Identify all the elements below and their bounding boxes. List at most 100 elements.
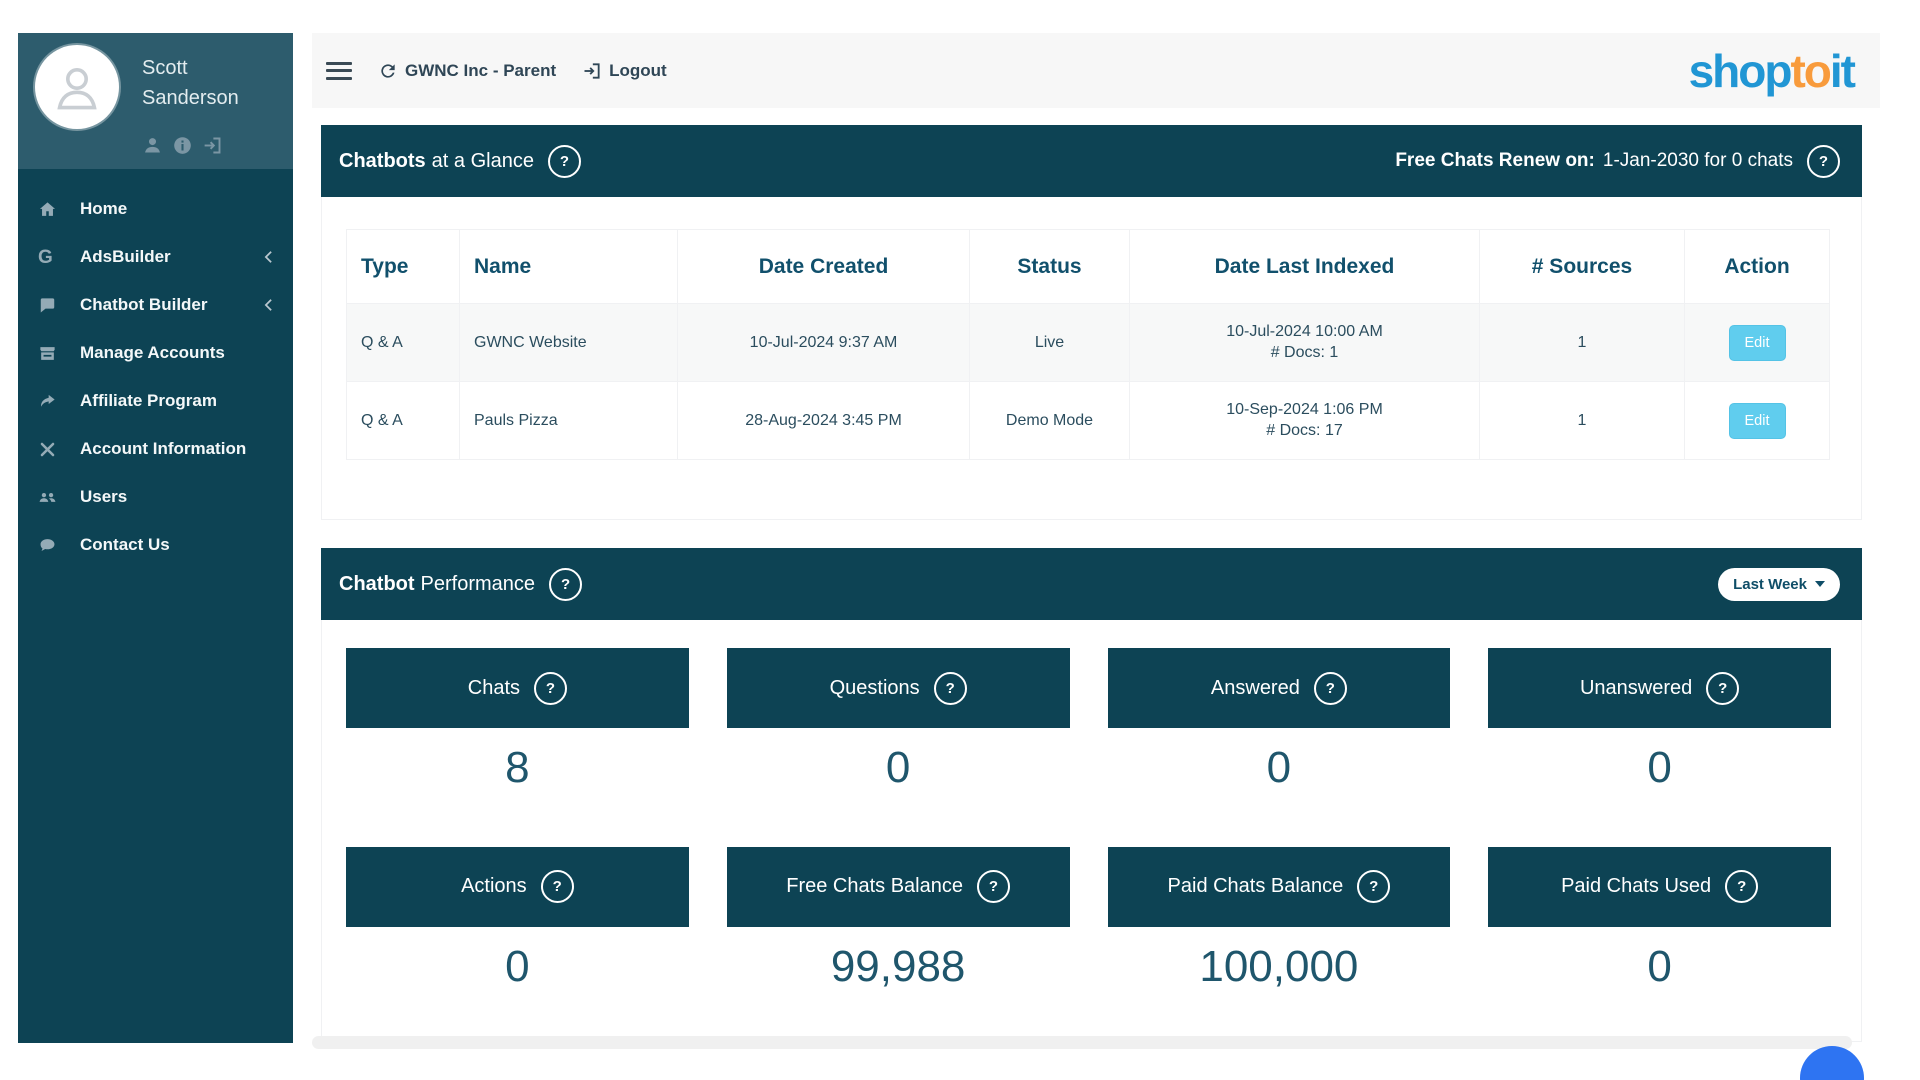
table-row: Q & A Pauls Pizza 28-Aug-2024 3:45 PM De… [347,382,1830,460]
glance-title: Chatbotsat a Glance [339,150,534,173]
stat-value: 0 [727,742,1070,794]
sidebar-item-contact-us[interactable]: Contact Us [18,521,293,569]
main-area: GWNC Inc - Parent Logout shoptoit Chatbo… [312,33,1880,1047]
chatbots-glance-panel: Chatbotsat a Glance ? Free Chats Renew o… [321,125,1862,520]
cell-sources: 1 [1480,304,1685,382]
sidebar: Scott Sanderson Home G [18,33,293,1043]
table-header-row: Type Name Date Created Status Date Last … [347,230,1830,304]
chatbots-table: Type Name Date Created Status Date Last … [346,229,1830,460]
stat-card-paid-chats-used: Paid Chats Used? 0 [1488,847,1831,993]
help-icon[interactable]: ? [541,870,574,903]
cell-date-created: 10-Jul-2024 9:37 AM [678,304,970,382]
sidebar-item-affiliate-program[interactable]: Affiliate Program [18,377,293,425]
sidebar-item-chatbot-builder[interactable]: Chatbot Builder [18,281,293,329]
help-icon[interactable]: ? [1706,672,1739,705]
sidebar-item-home[interactable]: Home [18,185,293,233]
user-quick-actions [142,135,223,156]
sidebar-user-panel: Scott Sanderson [18,33,293,169]
sidebar-item-manage-accounts[interactable]: Manage Accounts [18,329,293,377]
date-range-dropdown[interactable]: Last Week [1718,568,1840,601]
logout-icon [582,61,602,81]
person-outline-icon [48,58,106,116]
help-icon[interactable]: ? [549,568,582,601]
sidebar-item-adsbuilder[interactable]: G AdsBuilder [18,233,293,281]
col-sources: # Sources [1480,230,1685,304]
help-icon[interactable]: ? [1725,870,1758,903]
shoptoit-logo: shoptoit [1689,48,1854,94]
help-icon[interactable]: ? [1357,870,1390,903]
chevron-left-icon [264,298,273,312]
stat-card-unanswered: Unanswered? 0 [1488,648,1831,794]
logout-button[interactable]: Logout [582,61,667,81]
glance-panel-body: Type Name Date Created Status Date Last … [321,197,1862,520]
app-screen: Scott Sanderson Home G [0,0,1920,1080]
profile-icon[interactable] [142,135,163,156]
table-row: Q & A GWNC Website 10-Jul-2024 9:37 AM L… [347,304,1830,382]
chevron-left-icon [264,250,273,264]
performance-panel-header: ChatbotPerformance ? Last Week [321,548,1862,620]
help-icon[interactable]: ? [548,145,581,178]
info-icon[interactable] [172,135,193,156]
stat-card-actions: Actions? 0 [346,847,689,993]
user-name: Scott Sanderson [142,53,267,113]
hamburger-menu-icon[interactable] [326,62,352,80]
free-chats-renew: Free Chats Renew on:1-Jan-2030 for 0 cha… [1395,145,1840,178]
stat-card-free-chats-balance: Free Chats Balance? 99,988 [727,847,1070,993]
col-type: Type [347,230,460,304]
chat-bubble-icon [38,295,64,315]
stat-card-questions: Questions? 0 [727,648,1070,794]
stat-value: 0 [1488,742,1831,794]
help-icon[interactable]: ? [977,870,1010,903]
cell-action: Edit [1685,304,1830,382]
stat-value: 100,000 [1108,941,1451,993]
cell-name: Pauls Pizza [460,382,678,460]
stat-card-chats: Chats? 8 [346,648,689,794]
help-icon[interactable]: ? [534,672,567,705]
sidebar-nav: Home G AdsBuilder Chatbot Builder [18,169,293,569]
sidebar-item-account-information[interactable]: Account Information [18,425,293,473]
stat-card-answered: Answered? 0 [1108,648,1451,794]
account-switcher[interactable]: GWNC Inc - Parent [378,61,556,81]
help-icon[interactable]: ? [1314,672,1347,705]
help-icon[interactable]: ? [1807,145,1840,178]
avatar [35,45,119,129]
cell-sources: 1 [1480,382,1685,460]
cell-action: Edit [1685,382,1830,460]
edit-button[interactable]: Edit [1729,403,1786,439]
glance-panel-header: Chatbotsat a Glance ? Free Chats Renew o… [321,125,1862,197]
storefront-icon [38,343,64,363]
col-status: Status [970,230,1130,304]
stat-value: 0 [1488,941,1831,993]
home-icon [38,199,64,219]
account-name: GWNC Inc - Parent [405,61,556,81]
sidebar-item-users[interactable]: Users [18,473,293,521]
share-arrow-icon [38,391,64,411]
stat-card-paid-chats-balance: Paid Chats Balance? 100,000 [1108,847,1451,993]
col-date-last-indexed: Date Last Indexed [1130,230,1480,304]
cell-type: Q & A [347,382,460,460]
refresh-icon [378,61,398,81]
cell-status: Demo Mode [970,382,1130,460]
users-group-icon [38,487,64,507]
stat-value: 0 [346,941,689,993]
chatbot-performance-panel: ChatbotPerformance ? Last Week Chats? 8 … [321,548,1862,1042]
stat-value: 99,988 [727,941,1070,993]
edit-button[interactable]: Edit [1729,325,1786,361]
cell-date-last-indexed: 10-Jul-2024 10:00 AM # Docs: 1 [1130,304,1480,382]
caret-down-icon [1815,581,1825,587]
logout-door-icon[interactable] [202,135,223,156]
help-icon[interactable]: ? [934,672,967,705]
stat-value: 0 [1108,742,1451,794]
performance-panel-body: Chats? 8 Questions? 0 Answered? 0 Unansw… [321,620,1862,1042]
cell-date-last-indexed: 10-Sep-2024 1:06 PM # Docs: 17 [1130,382,1480,460]
performance-title: ChatbotPerformance [339,573,535,596]
cell-name: GWNC Website [460,304,678,382]
stat-value: 8 [346,742,689,794]
topbar: GWNC Inc - Parent Logout shoptoit [312,33,1880,108]
cell-date-created: 28-Aug-2024 3:45 PM [678,382,970,460]
chat-widget-button[interactable] [1800,1046,1864,1080]
horizontal-scrollbar[interactable] [312,1036,1852,1049]
col-action: Action [1685,230,1830,304]
logout-label: Logout [609,61,667,81]
comment-icon [38,535,64,555]
